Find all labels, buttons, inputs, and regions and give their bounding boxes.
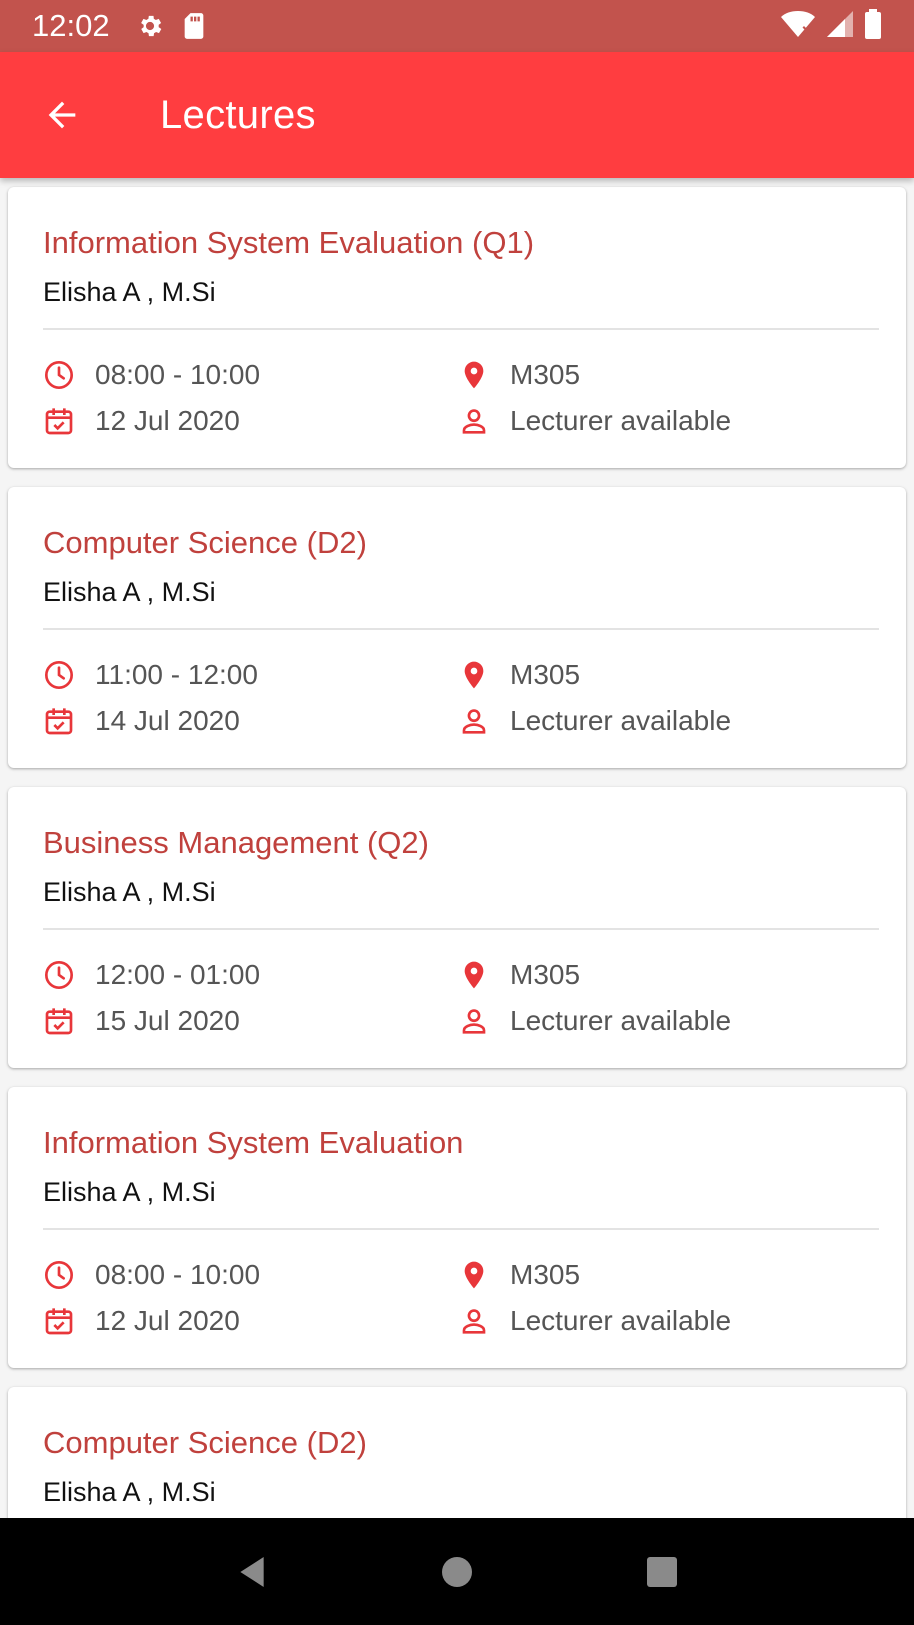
- room-row: M305: [458, 359, 580, 391]
- date-row: 15 Jul 2020: [43, 1005, 240, 1037]
- availability-text: Lecturer available: [510, 1305, 732, 1336]
- course-title: Information System Evaluation (Q1): [43, 225, 535, 260]
- course-title: Computer Science (D2): [43, 1425, 367, 1460]
- person-icon: [462, 1009, 486, 1034]
- date-row: 14 Jul 2020: [43, 705, 240, 737]
- app-bar: Lectures: [0, 52, 914, 178]
- room-row: M305: [458, 659, 580, 691]
- sd-card-icon: [182, 12, 206, 40]
- course-title: Business Management (Q2): [43, 825, 429, 860]
- date-text: 15 Jul 2020: [95, 1005, 240, 1036]
- nav-back-button[interactable]: [217, 1537, 287, 1607]
- time-row: 11:00 - 12:00: [43, 659, 258, 691]
- wifi-off-icon: [780, 10, 816, 43]
- status-time: 12:02: [32, 8, 110, 43]
- clock-icon: [45, 661, 73, 689]
- time-text: 12:00 - 01:00: [95, 959, 261, 990]
- room-text: M305: [510, 959, 581, 990]
- location-pin-icon: [464, 1261, 484, 1289]
- availability-row: Lecturer available: [458, 405, 731, 437]
- calendar-check-icon: [45, 1308, 73, 1335]
- availability-text: Lecturer available: [510, 1005, 732, 1036]
- time-row: 08:00 - 10:00: [43, 1259, 260, 1291]
- divider: [43, 1228, 879, 1230]
- room-row: M305: [458, 1259, 580, 1291]
- time-text: 08:00 - 10:00: [95, 359, 261, 390]
- availability-row: Lecturer available: [458, 1305, 731, 1337]
- person-icon: [462, 709, 486, 734]
- person-icon: [462, 1309, 486, 1334]
- availability-row: Lecturer available: [458, 705, 731, 737]
- battery-icon: [864, 8, 882, 44]
- arrow-back-icon: [48, 101, 76, 129]
- time-text: 11:00 - 12:00: [95, 659, 258, 690]
- calendar-check-icon: [45, 1008, 73, 1035]
- lecture-list[interactable]: Information System Evaluation (Q1) Elish…: [0, 178, 914, 1518]
- date-row: 12 Jul 2020: [43, 405, 240, 437]
- divider: [43, 328, 879, 330]
- lecture-card[interactable]: Information System Evaluation (Q1) Elish…: [8, 187, 906, 468]
- time-row: 12:00 - 01:00: [43, 959, 260, 991]
- person-icon: [462, 409, 486, 434]
- date-text: 12 Jul 2020: [95, 405, 240, 436]
- nav-back-icon: [240, 1556, 264, 1587]
- room-row: M305: [458, 959, 580, 991]
- back-button[interactable]: [32, 85, 92, 145]
- gear-icon: [136, 12, 164, 40]
- lecture-card[interactable]: Information System Evaluation Elisha A ,…: [8, 1087, 906, 1368]
- date-row: 12 Jul 2020: [43, 1305, 240, 1337]
- lecturer-name: Elisha A , M.Si: [43, 877, 216, 907]
- availability-text: Lecturer available: [510, 405, 732, 436]
- nav-home-button[interactable]: [422, 1537, 492, 1607]
- divider: [43, 628, 879, 630]
- date-text: 14 Jul 2020: [95, 705, 240, 736]
- page-title: Lectures: [160, 92, 316, 137]
- course-title: Computer Science (D2): [43, 525, 367, 560]
- nav-recents-icon: [646, 1556, 677, 1587]
- room-text: M305: [510, 1259, 581, 1290]
- course-title: Information System Evaluation: [43, 1125, 464, 1160]
- availability-row: Lecturer available: [458, 1005, 731, 1037]
- location-pin-icon: [464, 961, 484, 989]
- time-text: 08:00 - 10:00: [95, 1259, 261, 1290]
- lecturer-name: Elisha A , M.Si: [43, 577, 216, 607]
- nav-home-icon: [441, 1556, 472, 1587]
- calendar-check-icon: [45, 408, 73, 435]
- clock-icon: [45, 1261, 73, 1289]
- room-text: M305: [510, 359, 581, 390]
- lecturer-name: Elisha A , M.Si: [43, 1477, 216, 1507]
- lecturer-name: Elisha A , M.Si: [43, 277, 216, 307]
- calendar-check-icon: [45, 708, 73, 735]
- lecture-card[interactable]: Computer Science (D2) Elisha A , M.Si: [8, 1387, 906, 1518]
- divider: [43, 928, 879, 930]
- time-row: 08:00 - 10:00: [43, 359, 260, 391]
- system-nav-bar: [0, 1518, 914, 1625]
- status-bar: 12:02: [0, 0, 914, 52]
- date-text: 12 Jul 2020: [95, 1305, 240, 1336]
- clock-icon: [45, 961, 73, 989]
- signal-icon: [826, 10, 854, 43]
- location-pin-icon: [464, 361, 484, 389]
- lecture-card[interactable]: Computer Science (D2) Elisha A , M.Si 11…: [8, 487, 906, 768]
- lecturer-name: Elisha A , M.Si: [43, 1177, 216, 1207]
- nav-recents-button[interactable]: [627, 1537, 697, 1607]
- availability-text: Lecturer available: [510, 705, 732, 736]
- location-pin-icon: [464, 661, 484, 689]
- clock-icon: [45, 361, 73, 389]
- room-text: M305: [510, 659, 581, 690]
- lecture-card[interactable]: Business Management (Q2) Elisha A , M.Si…: [8, 787, 906, 1068]
